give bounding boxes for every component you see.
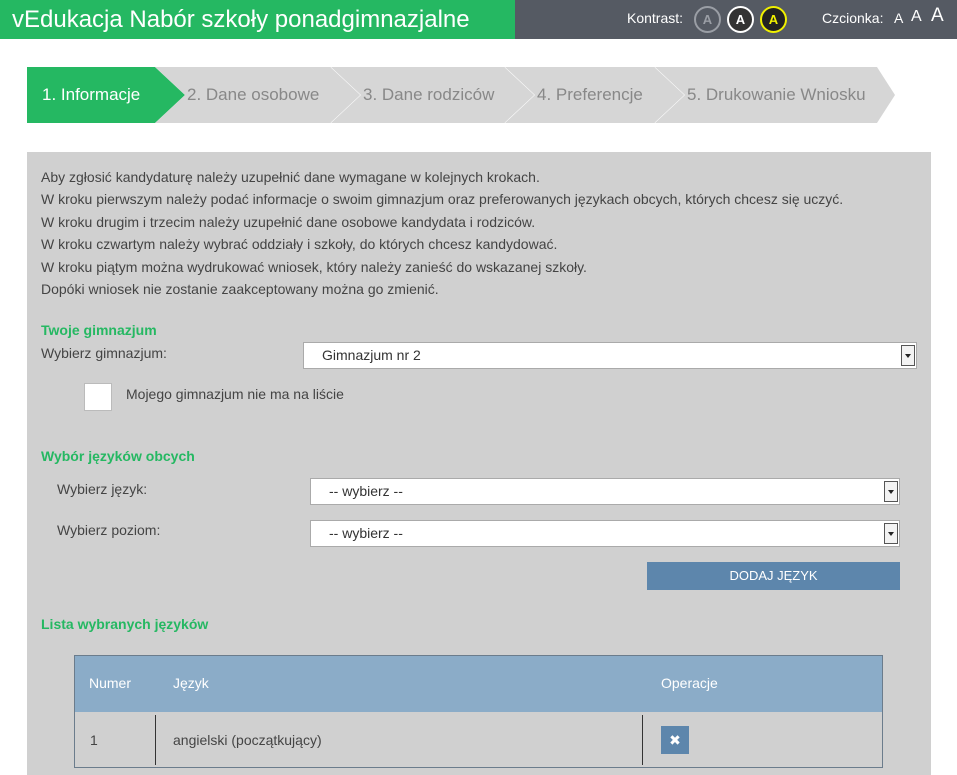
chevron-down-icon bbox=[884, 523, 898, 544]
level-select[interactable]: -- wybierz -- bbox=[310, 520, 900, 547]
table-row: 1 angielski (początkujący) ✖ bbox=[75, 712, 882, 767]
delete-language-button[interactable]: ✖ bbox=[661, 726, 689, 754]
school-select-value: Gimnazjum nr 2 bbox=[322, 347, 421, 363]
school-not-listed-label: Mojego gimnazjum nie ma na liście bbox=[126, 386, 344, 402]
step-label: 1. Informacje bbox=[42, 85, 141, 104]
languages-section-title: Wybór języków obcych bbox=[41, 448, 195, 464]
step-label: 5. Drukowanie Wniosku bbox=[687, 85, 866, 104]
intro-line: W kroku czwartym należy wybrać oddziały … bbox=[41, 236, 558, 253]
language-list-title: Lista wybranych języków bbox=[41, 616, 209, 632]
intro-line: W kroku piątym można wydrukować wniosek,… bbox=[41, 258, 587, 275]
language-select-label: Wybierz język: bbox=[57, 481, 148, 497]
contrast-dark-button[interactable]: A bbox=[727, 6, 754, 33]
school-select-label: Wybierz gimnazjum: bbox=[41, 345, 167, 361]
close-icon: ✖ bbox=[669, 732, 681, 748]
step-label: 2. Dane osobowe bbox=[187, 85, 320, 104]
wizard-steps: 1. Informacje 2. Dane osobowe 3. Dane ro… bbox=[27, 67, 895, 123]
intro-line: Aby zgłosić kandydaturę należy uzupełnić… bbox=[41, 169, 540, 185]
font-large-button[interactable]: A bbox=[931, 6, 944, 25]
school-not-listed-checkbox[interactable] bbox=[84, 383, 112, 411]
font-small-button[interactable]: A bbox=[894, 11, 903, 25]
contrast-normal-button[interactable]: A bbox=[694, 6, 721, 33]
language-select[interactable]: -- wybierz -- bbox=[310, 478, 900, 505]
language-table: Numer Język Operacje 1 angielski (począt… bbox=[74, 655, 883, 768]
step-drukowanie-wniosku[interactable]: 5. Drukowanie Wniosku bbox=[655, 67, 895, 123]
step-label: 3. Dane rodziców bbox=[363, 85, 495, 104]
app-title: vEdukacja Nabór szkoły ponadgimnazjalne bbox=[0, 0, 515, 39]
contrast-yellow-button[interactable]: A bbox=[760, 6, 787, 33]
column-header-number: Numer bbox=[89, 675, 132, 691]
table-header: Numer Język Operacje bbox=[75, 656, 882, 712]
level-select-value: -- wybierz -- bbox=[329, 525, 403, 541]
font-medium-button[interactable]: A bbox=[911, 9, 922, 25]
add-language-button[interactable]: DODAJ JĘZYK bbox=[647, 562, 900, 590]
column-header-operations: Operacje bbox=[661, 675, 718, 691]
intro-line: W kroku pierwszym należy podać informacj… bbox=[41, 191, 844, 208]
row-language: angielski (początkujący) bbox=[173, 732, 322, 748]
school-section-title: Twoje gimnazjum bbox=[41, 322, 157, 338]
step-label: 4. Preferencje bbox=[537, 85, 643, 104]
column-header-language: Język bbox=[173, 675, 209, 691]
level-select-label: Wybierz poziom: bbox=[57, 522, 161, 538]
intro-line: W kroku drugim i trzecim należy uzupełni… bbox=[41, 213, 536, 230]
column-divider bbox=[642, 715, 643, 765]
intro-text: Aby zgłosić kandydaturę należy uzupełnić… bbox=[41, 166, 911, 300]
column-divider bbox=[155, 715, 156, 765]
top-bar: vEdukacja Nabór szkoły ponadgimnazjalne … bbox=[0, 0, 957, 39]
font-size-label: Czcionka: bbox=[822, 10, 884, 26]
row-number: 1 bbox=[90, 732, 98, 748]
contrast-label: Kontrast: bbox=[627, 10, 684, 26]
intro-line: Dopóki wniosek nie zostanie zaakceptowan… bbox=[41, 281, 439, 298]
school-select[interactable]: Gimnazjum nr 2 bbox=[303, 342, 917, 369]
language-select-value: -- wybierz -- bbox=[329, 483, 403, 499]
chevron-down-icon bbox=[884, 481, 898, 502]
chevron-down-icon bbox=[901, 345, 915, 366]
